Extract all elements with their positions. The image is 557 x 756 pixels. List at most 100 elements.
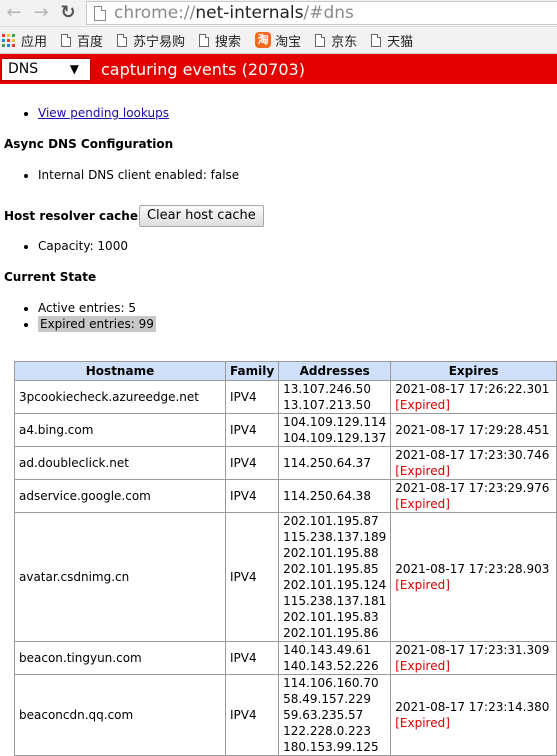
list-item: Capacity: 1000 xyxy=(38,238,557,254)
expires-cell: 2021-08-17 17:23:31.309 [Expired] xyxy=(390,641,557,675)
host-cache-table: Hostname Family Addresses Expires 3pcook… xyxy=(14,361,557,756)
address-line: 140.143.52.226 xyxy=(283,659,379,673)
family-cell: IPV4 xyxy=(224,380,280,414)
async-dns-heading: Async DNS Configuration xyxy=(4,137,174,151)
bookmark-label: 苏宁易购 xyxy=(133,34,186,50)
page-icon xyxy=(94,6,106,21)
url-path: /#dns xyxy=(303,3,354,23)
list-item: Active entries: 5 xyxy=(38,300,557,316)
expires-time: 2021-08-17 17:29:28.451 xyxy=(395,423,550,437)
bookmarks-bar: 应用 百度 苏宁易购 搜索 淘 淘宝 京东 天猫 xyxy=(0,27,557,54)
expires-cell: 2021-08-17 17:23:14.380 [Expired] xyxy=(390,674,557,756)
column-header-addresses: Addresses xyxy=(278,361,392,381)
family-cell: IPV4 xyxy=(224,674,280,756)
table-body: 3pcookiecheck.azureedge.net IPV4 13.107.24… xyxy=(14,380,557,756)
table-row: ad.doubleclick.net IPV4 114.250.64.37 2021-… xyxy=(14,446,557,480)
bookmark-taobao[interactable]: 淘 淘宝 xyxy=(255,31,301,50)
address-line: 202.101.195.86 xyxy=(283,626,379,640)
bookmark-label: 应用 xyxy=(21,34,48,50)
hostname-cell: ad.doubleclick.net xyxy=(14,446,226,480)
expired-badge: [Expired] xyxy=(395,398,450,412)
host-resolver-row: Host resolver cache Clear host cache xyxy=(4,204,557,228)
page-icon xyxy=(199,33,210,47)
expired-badge: [Expired] xyxy=(395,716,450,730)
table-row: 3pcookiecheck.azureedge.net IPV4 13.107.24… xyxy=(14,380,557,414)
address-line: 202.101.195.124 xyxy=(283,578,387,592)
dropdown-arrow-icon: ▼ xyxy=(69,62,79,76)
clear-host-cache-button[interactable]: Clear host cache xyxy=(138,205,264,227)
addresses-cell: 114.106.160.70 58.49.157.229 59.63.235.57 1… xyxy=(278,674,392,756)
expires-time: 2021-08-17 17:23:31.309 xyxy=(395,643,550,657)
list-item: Internal DNS client enabled: false xyxy=(38,167,557,183)
expires-time: 2021-08-17 17:26:22.301 xyxy=(395,382,550,396)
expires-time: 2021-08-17 17:23:28.903 xyxy=(395,562,550,576)
capture-status: capturing events (20703) xyxy=(101,59,305,79)
status-bar: DNS ▼ capturing events (20703) xyxy=(0,54,557,84)
address-bar[interactable]: chrome://net-internals/#dns xyxy=(86,1,557,25)
section-selected: DNS xyxy=(8,61,39,77)
expired-entries-text: Expired entries: 99 xyxy=(38,316,156,332)
expires-cell: 2021-08-17 17:23:28.903 [Expired] xyxy=(390,512,557,642)
forward-arrow-icon[interactable]: → xyxy=(31,3,51,23)
addresses-cell: 114.250.64.38 xyxy=(278,479,392,513)
browser-toolbar: ← → ↻ chrome://net-internals/#dns xyxy=(0,0,557,27)
column-header-expires: Expires xyxy=(390,361,557,381)
address-line: 202.101.195.85 xyxy=(283,562,379,576)
address-line: 115.238.137.189 xyxy=(283,530,387,544)
family-cell: IPV4 xyxy=(224,479,280,513)
column-header-family: Family xyxy=(224,361,280,381)
bookmark-label: 京东 xyxy=(331,34,358,50)
address-line: 114.106.160.70 xyxy=(283,676,379,690)
hostname-cell: beaconcdn.qq.com xyxy=(14,674,226,756)
expired-badge: [Expired] xyxy=(395,578,450,592)
bookmark-search[interactable]: 搜索 xyxy=(199,31,241,50)
expired-badge: [Expired] xyxy=(395,497,450,511)
back-arrow-icon[interactable]: ← xyxy=(4,3,24,23)
address-line: 59.63.235.57 xyxy=(283,708,364,722)
addresses-cell: 202.101.195.87 115.238.137.189 202.101.195… xyxy=(278,512,392,642)
table-row: a4.bing.com IPV4 104.109.129.114 104.109.12… xyxy=(14,413,557,447)
async-dns-list: Internal DNS client enabled: false xyxy=(4,167,557,183)
family-cell: IPV4 xyxy=(224,446,280,480)
address-line: 114.250.64.38 xyxy=(283,489,371,503)
hostname-cell: 3pcookiecheck.azureedge.net xyxy=(14,380,226,414)
address-line: 13.107.246.50 xyxy=(283,382,371,396)
address-line: 202.101.195.87 xyxy=(283,514,379,528)
expired-badge: [Expired] xyxy=(395,659,450,673)
page-icon xyxy=(61,33,72,47)
address-line: 202.101.195.88 xyxy=(283,546,379,560)
bookmark-label: 百度 xyxy=(77,34,104,50)
table-header-row: Hostname Family Addresses Expires xyxy=(14,361,557,381)
address-line: 140.143.49.61 xyxy=(283,643,371,657)
section-dropdown[interactable]: DNS ▼ xyxy=(1,57,91,81)
state-list: Active entries: 5 Expired entries: 99 xyxy=(4,300,557,332)
table-row: beaconcdn.qq.com IPV4 114.106.160.70 58.49.… xyxy=(14,674,557,756)
addresses-cell: 104.109.129.114 104.109.129.137 xyxy=(278,413,392,447)
expires-time: 2021-08-17 17:23:30.746 xyxy=(395,448,550,462)
taobao-icon: 淘 xyxy=(255,32,272,48)
table-row: avatar.csdnimg.cn IPV4 202.101.195.87 115.2… xyxy=(14,512,557,642)
bookmark-apps[interactable]: 应用 xyxy=(2,31,47,50)
pending-list: View pending lookups xyxy=(4,105,557,121)
url-scheme: chrome:// xyxy=(114,3,196,23)
current-state-heading: Current State xyxy=(4,270,97,284)
bookmark-jd[interactable]: 京东 xyxy=(315,31,357,50)
bookmark-suning[interactable]: 苏宁易购 xyxy=(117,31,185,50)
bookmark-baidu[interactable]: 百度 xyxy=(61,31,103,50)
reload-icon[interactable]: ↻ xyxy=(58,3,78,23)
column-header-hostname: Hostname xyxy=(14,361,226,381)
table-row: adservice.google.com IPV4 114.250.64.38 202… xyxy=(14,479,557,513)
expired-badge: [Expired] xyxy=(395,464,450,478)
view-pending-lookups-link[interactable]: View pending lookups xyxy=(38,106,169,120)
address-line: 58.49.157.229 xyxy=(283,692,371,706)
bookmark-label: 淘宝 xyxy=(275,34,302,50)
expires-time: 2021-08-17 17:23:29.976 xyxy=(395,481,550,495)
address-line: 180.153.99.125 xyxy=(283,740,379,754)
expires-time: 2021-08-17 17:23:14.380 xyxy=(395,700,550,714)
list-item: Expired entries: 99 xyxy=(38,316,557,332)
bookmark-tmall[interactable]: 天猫 xyxy=(371,31,413,50)
expires-cell: 2021-08-17 17:29:28.451 xyxy=(390,413,557,447)
hostname-cell: avatar.csdnimg.cn xyxy=(14,512,226,642)
family-cell: IPV4 xyxy=(224,413,280,447)
dns-panel: View pending lookups Async DNS Configura… xyxy=(0,105,557,332)
